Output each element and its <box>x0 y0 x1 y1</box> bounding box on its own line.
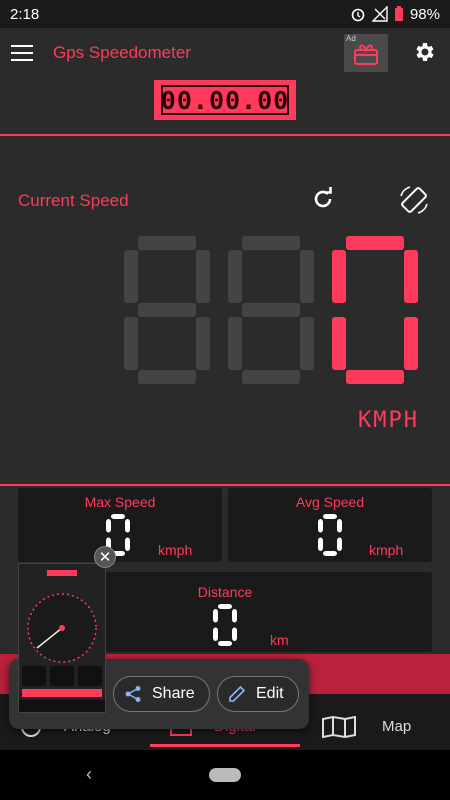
segment-b <box>337 519 342 533</box>
status-bar: 2:18 98% <box>0 0 450 28</box>
timer-value: 00.00.00 <box>160 85 290 115</box>
alarm-icon <box>351 8 365 22</box>
screen-rotate-icon[interactable] <box>398 184 430 216</box>
menu-icon[interactable] <box>11 45 33 61</box>
status-time: 2:18 <box>10 5 40 23</box>
segment-d <box>346 370 404 384</box>
segment-b <box>125 519 130 533</box>
system-navigation-bar: ‹ <box>0 750 450 800</box>
segment-e <box>124 317 138 370</box>
speed-unit: KMPH <box>358 408 419 433</box>
segment-c <box>404 317 418 370</box>
avg-speed-unit: kmph <box>369 542 404 558</box>
thumbnail-preview-image <box>19 564 105 712</box>
segment-e <box>213 627 218 641</box>
ad-label: Ad <box>346 34 356 43</box>
ad-gift-button[interactable]: Ad <box>344 34 388 72</box>
refresh-icon[interactable] <box>310 186 336 212</box>
divider-middle <box>0 484 450 486</box>
nav-map-label: Map <box>382 718 412 735</box>
segment-a <box>323 514 337 519</box>
segment-f <box>124 250 138 303</box>
segment-d <box>242 370 300 384</box>
segment-f <box>318 519 323 533</box>
share-label: Share <box>152 685 195 702</box>
segment-c <box>196 317 210 370</box>
segment-a <box>111 514 125 519</box>
divider-top <box>0 134 450 136</box>
speed-digits <box>124 236 424 391</box>
segment-e <box>318 537 323 551</box>
edit-pencil-icon <box>229 685 246 702</box>
segment-a <box>346 236 404 250</box>
back-icon[interactable]: ‹ <box>86 764 92 785</box>
segment-b <box>300 250 314 303</box>
segment-f <box>213 609 218 623</box>
status-icons: 98% <box>350 6 440 23</box>
distance-unit: km <box>270 632 289 648</box>
map-icon <box>322 716 356 738</box>
gear-icon[interactable] <box>412 40 436 64</box>
segment-g <box>242 303 300 317</box>
distance-digit <box>213 604 237 646</box>
thumbnail-close-button[interactable]: ✕ <box>94 546 116 568</box>
segment-a <box>242 236 300 250</box>
segment-d <box>323 551 337 556</box>
gift-icon <box>354 44 378 65</box>
max-speed-title: Max Speed <box>84 494 156 510</box>
current-speed-label: Current Speed <box>18 191 129 210</box>
edit-button[interactable]: Edit <box>217 676 299 712</box>
max-speed-card: Max Speed kmph <box>18 488 222 562</box>
segment-c <box>232 627 237 641</box>
segment-d <box>218 641 232 646</box>
screenshot-thumbnail[interactable] <box>18 563 106 713</box>
home-icon[interactable] <box>209 768 241 782</box>
signal-icon <box>371 6 388 22</box>
segment-f <box>332 250 346 303</box>
max-speed-unit: kmph <box>158 542 193 558</box>
app-title: Gps Speedometer <box>53 43 191 62</box>
segment-e <box>332 317 346 370</box>
share-icon <box>125 686 141 702</box>
segment-d <box>138 370 196 384</box>
segment-c <box>337 537 342 551</box>
segment-c <box>125 537 130 551</box>
close-icon: ✕ <box>98 549 112 566</box>
speed-digits-svg <box>124 236 418 384</box>
share-button[interactable]: Share <box>113 676 210 712</box>
segment-b <box>196 250 210 303</box>
segment-b <box>232 609 237 623</box>
battery-icon <box>394 6 403 21</box>
segment-f <box>106 519 111 533</box>
segment-e <box>228 317 242 370</box>
avg-speed-card: Avg Speed kmph <box>228 488 432 562</box>
nav-active-indicator <box>150 744 300 747</box>
segment-g <box>138 303 196 317</box>
battery-percent: 98% <box>409 5 440 23</box>
trip-timer: 00.00.00 <box>154 80 296 120</box>
segment-a <box>138 236 196 250</box>
segment-c <box>300 317 314 370</box>
segment-a <box>218 604 232 609</box>
segment-b <box>404 250 418 303</box>
app-bar: Gps Speedometer Ad <box>0 28 450 78</box>
edit-label: Edit <box>256 685 284 702</box>
segment-f <box>228 250 242 303</box>
avg-speed-title: Avg Speed <box>295 494 365 510</box>
avg-speed-digit <box>318 514 342 556</box>
